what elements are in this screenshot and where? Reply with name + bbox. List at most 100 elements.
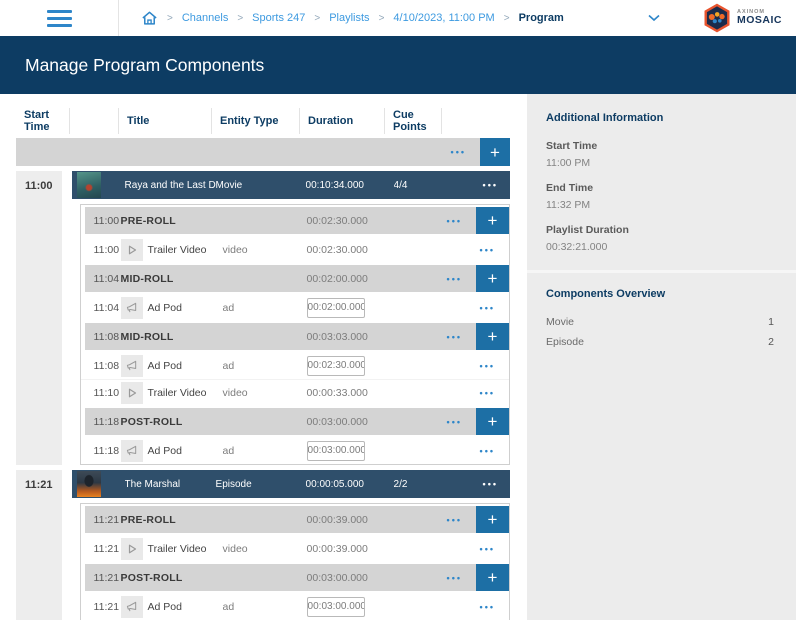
- add-program-button[interactable]: +: [480, 138, 510, 166]
- more-menu-button[interactable]: •••: [447, 332, 476, 342]
- breadcrumb-separator-icon: >: [237, 13, 243, 24]
- component-time: 11:04: [94, 302, 121, 314]
- component-title: Ad Pod: [148, 601, 223, 613]
- add-component-button[interactable]: +: [476, 564, 509, 591]
- overview-count: 2: [768, 336, 774, 348]
- page-header: Manage Program Components: [0, 36, 796, 94]
- details-panel: Additional Information Start Time 11:00 …: [527, 94, 796, 620]
- break-time: 11:21: [94, 514, 121, 526]
- more-menu-button[interactable]: •••: [447, 274, 476, 284]
- menu-button[interactable]: [0, 10, 118, 27]
- program-cue-points: 4/4: [394, 180, 460, 191]
- more-menu-button[interactable]: •••: [447, 446, 509, 456]
- breadcrumb-channel-name[interactable]: Sports 247: [252, 12, 305, 24]
- page-title: Manage Program Components: [25, 55, 264, 76]
- chevron-down-icon[interactable]: [648, 14, 660, 22]
- breadcrumb-current-page: Program: [519, 12, 564, 24]
- play-icon: [121, 239, 143, 261]
- component-duration: 00:00:33.000: [307, 387, 447, 399]
- start-time-value: 11:00 PM: [546, 157, 774, 169]
- program-entity-type: Episode: [216, 479, 306, 490]
- program-duration: 00:10:34.000: [306, 180, 394, 191]
- logo-product-text: MOSAIC: [737, 15, 782, 27]
- column-header-cue-points: Cue Points: [384, 108, 441, 134]
- more-menu-button[interactable]: •••: [447, 216, 476, 226]
- duration-input[interactable]: [307, 597, 365, 617]
- component-type: ad: [223, 360, 307, 372]
- breadcrumb-channels[interactable]: Channels: [182, 12, 228, 24]
- component-title: Trailer Video: [148, 387, 223, 399]
- component-title: Trailer Video: [148, 244, 223, 256]
- more-menu-button[interactable]: •••: [447, 303, 509, 313]
- home-icon[interactable]: [141, 10, 158, 26]
- break-label: MID-ROLL: [121, 273, 307, 285]
- component-time: 11:18: [94, 445, 121, 457]
- column-header-thumbnail: [69, 108, 118, 134]
- break-row: 11:21 PRE-ROLL 00:00:39.000 ••• +: [85, 506, 509, 533]
- more-menu-button[interactable]: •••: [460, 180, 510, 190]
- more-menu-button[interactable]: •••: [447, 417, 476, 427]
- more-menu-button[interactable]: •••: [460, 479, 510, 489]
- program-group: 11:00 Raya and the Last Dr... Movie 00:1…: [16, 171, 510, 465]
- break-row: 11:08 MID-ROLL 00:03:03.000 ••• +: [85, 323, 509, 350]
- more-menu-button[interactable]: •••: [447, 245, 509, 255]
- break-time: 11:18: [94, 416, 121, 428]
- program-components-list: 11:00 PRE-ROLL 00:02:30.000 ••• + 11:00 …: [80, 204, 510, 465]
- end-time-label: End Time: [546, 182, 774, 194]
- component-time: 11:10: [94, 387, 121, 399]
- add-component-button[interactable]: +: [476, 323, 509, 350]
- break-row: 11:04 MID-ROLL 00:02:00.000 ••• +: [85, 265, 509, 292]
- add-component-button[interactable]: +: [476, 506, 509, 533]
- program-poster: [77, 172, 101, 198]
- more-menu-button[interactable]: •••: [447, 388, 509, 398]
- program-title: Raya and the Last Dr...: [125, 180, 216, 191]
- program-duration: 00:00:05.000: [306, 479, 394, 490]
- breadcrumb-playlist-date[interactable]: 4/10/2023, 11:00 PM: [393, 12, 494, 24]
- column-header-entity-type: Entity Type: [211, 108, 299, 134]
- overview-row: Movie 1: [546, 316, 774, 328]
- more-menu-button[interactable]: •••: [447, 544, 509, 554]
- program-row[interactable]: The Marshal Episode 00:00:05.000 2/2 •••: [72, 470, 510, 498]
- break-duration: 00:02:00.000: [307, 273, 447, 285]
- component-title: Ad Pod: [148, 445, 223, 457]
- break-row: 11:18 POST-ROLL 00:03:00.000 ••• +: [85, 408, 509, 435]
- breadcrumb-separator-icon: >: [167, 13, 173, 24]
- add-component-button[interactable]: +: [476, 265, 509, 292]
- program-poster: [77, 471, 101, 497]
- more-menu-button[interactable]: •••: [447, 515, 476, 525]
- component-title: Ad Pod: [148, 302, 223, 314]
- duration-input[interactable]: [307, 356, 365, 376]
- add-component-button[interactable]: +: [476, 408, 509, 435]
- more-menu-button[interactable]: •••: [447, 602, 509, 612]
- panel-divider: [527, 270, 796, 273]
- more-menu-button[interactable]: •••: [447, 361, 509, 371]
- more-menu-button[interactable]: •••: [447, 573, 476, 583]
- break-time: 11:21: [94, 572, 121, 584]
- component-title: Trailer Video: [148, 543, 223, 555]
- break-time: 11:08: [94, 331, 121, 343]
- playlist-duration-label: Playlist Duration: [546, 224, 774, 236]
- duration-input[interactable]: [307, 441, 365, 461]
- overview-row: Episode 2: [546, 336, 774, 348]
- add-component-button[interactable]: +: [476, 207, 509, 234]
- column-header-start-time: Start Time: [16, 108, 69, 134]
- breadcrumb-playlists[interactable]: Playlists: [329, 12, 369, 24]
- component-type: ad: [223, 302, 307, 314]
- program-start-time: 11:21: [16, 470, 62, 620]
- overview-count: 1: [768, 316, 774, 328]
- duration-input[interactable]: [307, 298, 365, 318]
- break-duration: 00:03:03.000: [307, 331, 447, 343]
- break-label: PRE-ROLL: [121, 215, 307, 227]
- program-row[interactable]: Raya and the Last Dr... Movie 00:10:34.0…: [72, 171, 510, 199]
- break-label: POST-ROLL: [121, 572, 307, 584]
- ad-icon: [121, 297, 143, 319]
- topbar-divider: [118, 0, 119, 36]
- more-menu-button[interactable]: •••: [451, 147, 466, 157]
- playlist-actions-row: ••• +: [16, 138, 510, 166]
- program-components-table: Start Time Title Entity Type Duration Cu…: [0, 94, 527, 620]
- ad-icon: [121, 440, 143, 462]
- breadcrumb-separator-icon: >: [314, 13, 320, 24]
- table-header-row: Start Time Title Entity Type Duration Cu…: [16, 108, 510, 134]
- break-label: MID-ROLL: [121, 331, 307, 343]
- playlist-duration-value: 00:32:21.000: [546, 241, 774, 253]
